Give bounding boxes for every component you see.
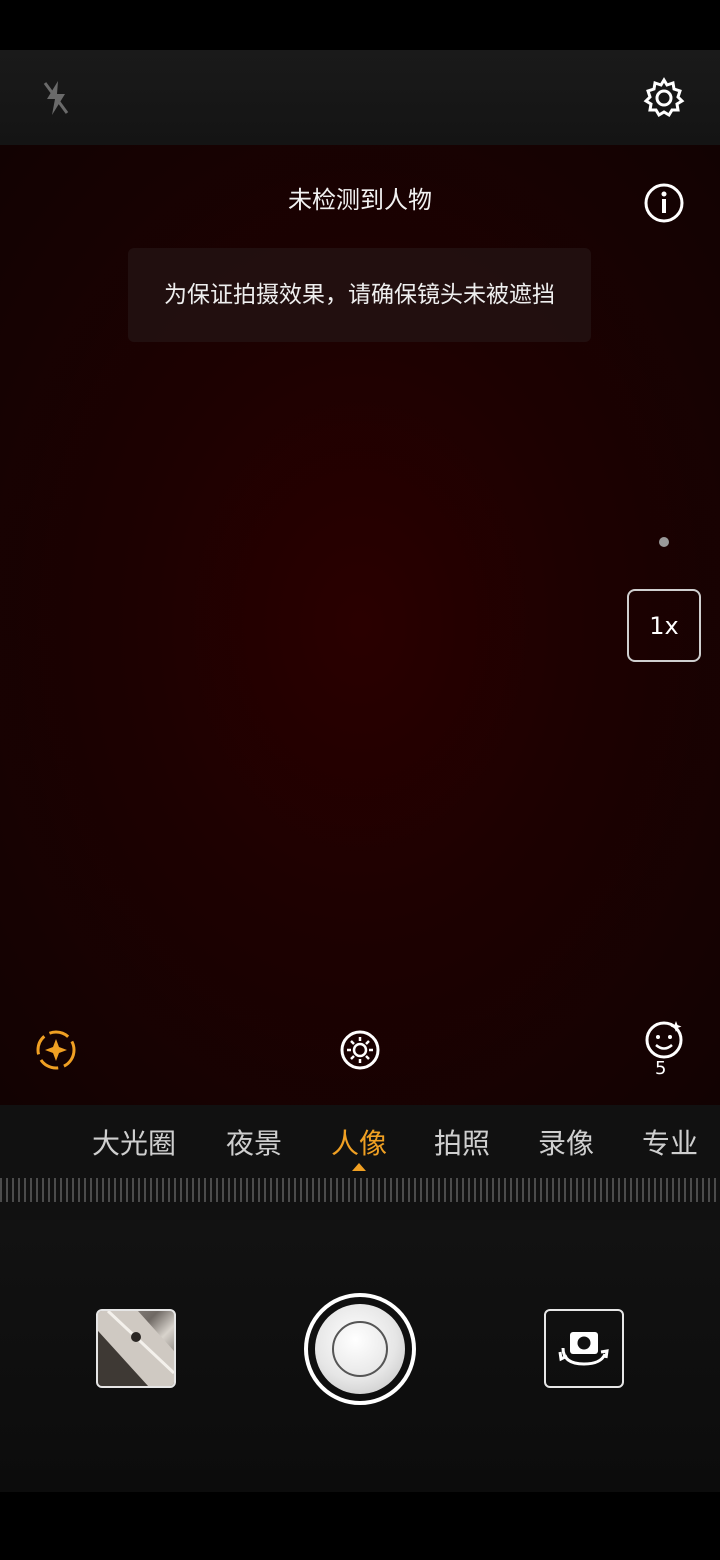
info-icon[interactable] [642, 181, 686, 225]
mode-night[interactable]: 夜景 [226, 1122, 282, 1162]
active-mode-indicator [352, 1163, 366, 1171]
flash-off-icon[interactable] [36, 78, 76, 118]
zoom-button[interactable]: 1x [627, 589, 701, 662]
aperture-icon[interactable] [337, 1027, 383, 1073]
lens-tip: 为保证拍摄效果，请确保镜头未被遮挡 [128, 248, 591, 342]
face-icon[interactable] [640, 1018, 688, 1062]
mode-pro[interactable]: 专业 [642, 1122, 698, 1162]
gallery-thumbnail[interactable] [96, 1309, 176, 1388]
mode-video[interactable]: 录像 [538, 1122, 594, 1162]
shutter-inner [315, 1304, 405, 1394]
zoom-label: 1x [649, 611, 679, 640]
shutter-button[interactable] [304, 1293, 416, 1405]
navigation-area [0, 1492, 720, 1560]
switch-camera-icon[interactable] [544, 1309, 624, 1388]
mode-portrait[interactable]: 人像 [331, 1122, 387, 1162]
top-toolbar [0, 50, 720, 145]
mode-photo[interactable]: 拍照 [434, 1122, 490, 1162]
lens-tip-text: 为保证拍摄效果，请确保镜头未被遮挡 [164, 281, 555, 308]
shutter-ring [332, 1321, 388, 1377]
no-person-status: 未检测到人物 [288, 186, 432, 214]
mode-ruler[interactable] [0, 1178, 720, 1202]
zoom-dot-indicator [659, 537, 669, 547]
status-bar [0, 0, 720, 50]
mode-wide-aperture[interactable]: 大光圈 [92, 1122, 176, 1162]
sparkle-icon[interactable] [33, 1027, 79, 1073]
gear-icon[interactable] [640, 74, 688, 122]
beauty-level: 5 [655, 1058, 667, 1079]
